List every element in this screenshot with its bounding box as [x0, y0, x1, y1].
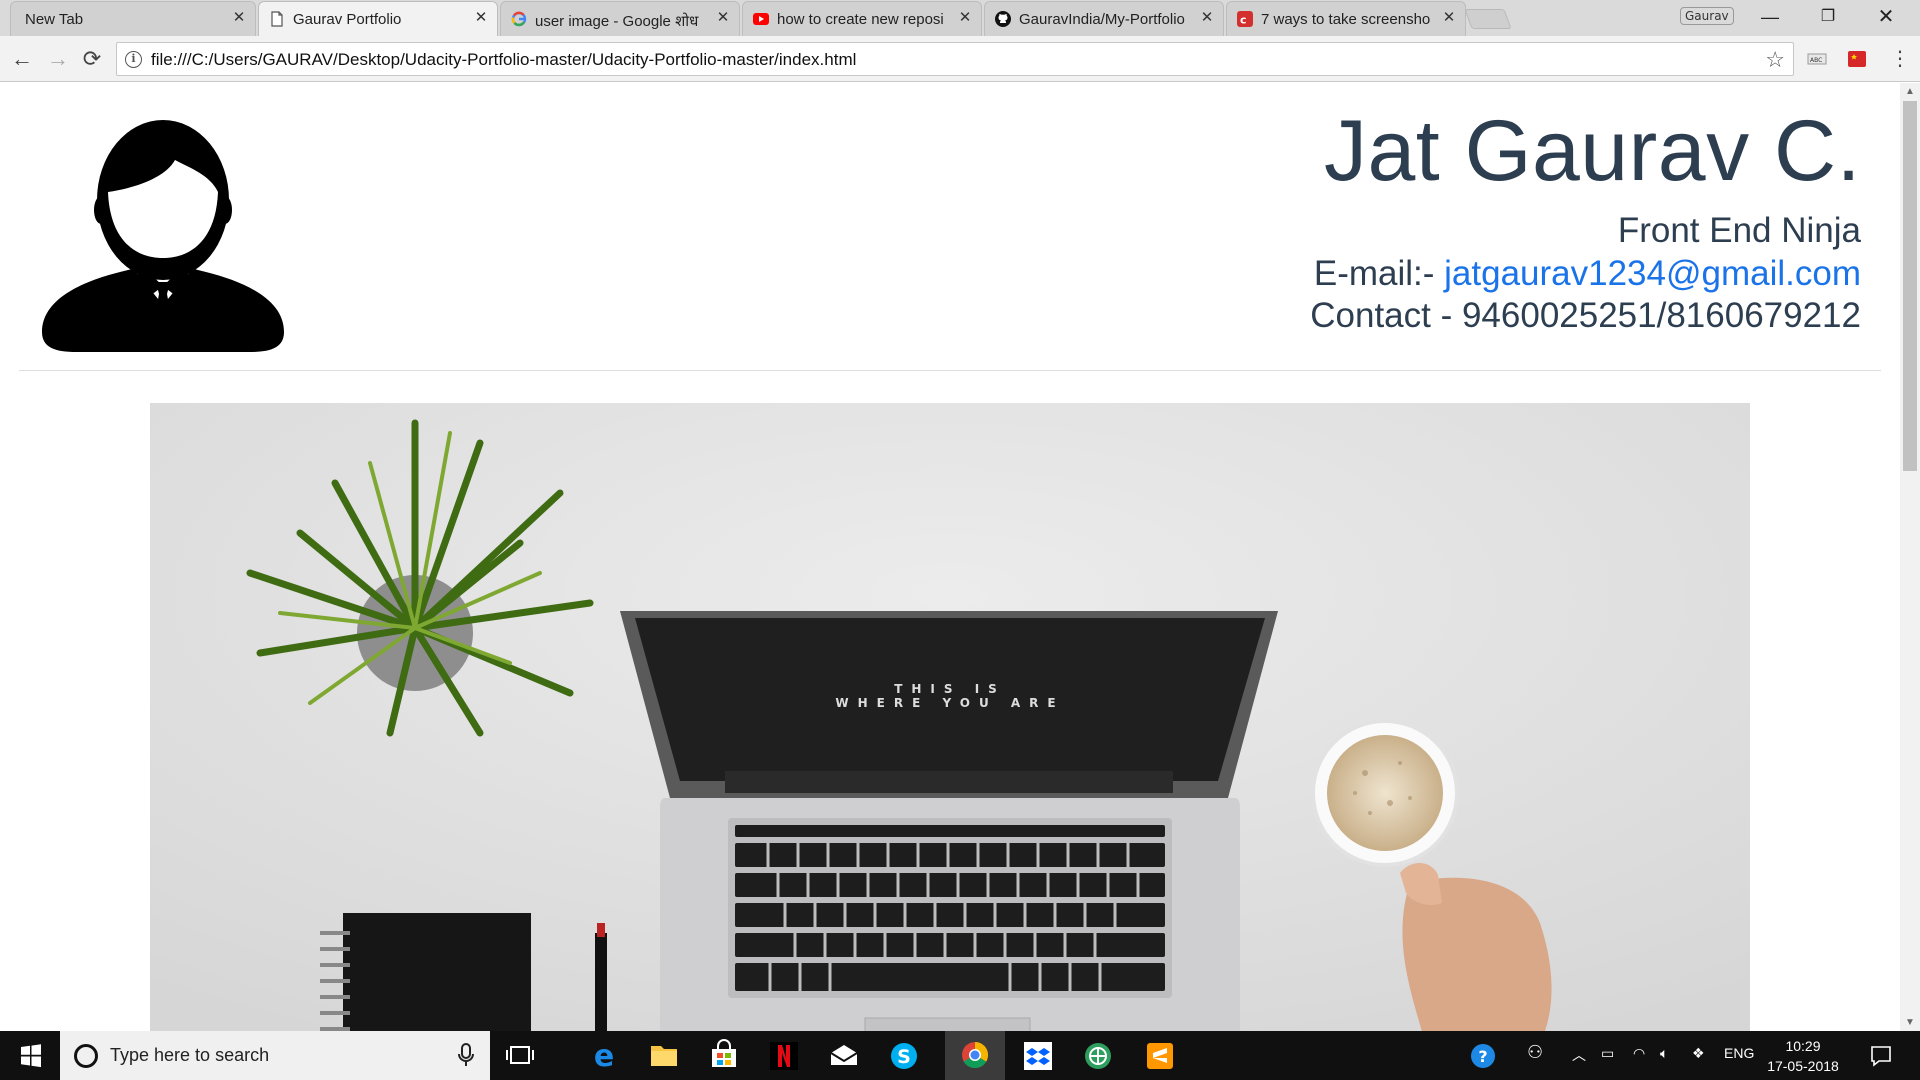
- dropbox-tray-icon[interactable]: ❖: [1692, 1045, 1705, 1062]
- tab-youtube[interactable]: how to create new reposi ✕: [742, 1, 982, 36]
- extension-icon[interactable]: ABC: [1806, 48, 1828, 70]
- hero-image: THIS IS WHERE YOU ARE: [150, 403, 1750, 1031]
- page-title: Jat Gaurav C.: [1323, 103, 1861, 199]
- profile-header: Jat Gaurav C. Front End Ninja E-mail:- j…: [1310, 103, 1861, 337]
- scrollbar-thumb[interactable]: [1903, 101, 1917, 471]
- tab-title: user image - Google शोध: [535, 13, 699, 30]
- close-icon[interactable]: ✕: [1441, 10, 1457, 26]
- tab-title: Gaurav Portfolio: [293, 11, 402, 28]
- svg-text:?: ?: [1478, 1047, 1487, 1066]
- google-icon: [511, 11, 527, 27]
- task-view-icon[interactable]: [490, 1031, 550, 1080]
- tab-google-search[interactable]: user image - Google शोध ✕: [500, 1, 740, 36]
- close-icon[interactable]: ✕: [1199, 10, 1215, 26]
- svg-text:c: c: [1240, 14, 1247, 27]
- windows-start-icon[interactable]: [0, 1031, 60, 1080]
- restore-icon[interactable]: ❐: [1800, 0, 1856, 34]
- youtube-icon: [753, 13, 769, 25]
- svg-text:e: e: [594, 1039, 614, 1074]
- file-explorer-icon[interactable]: [634, 1031, 694, 1080]
- tab-title: how to create new reposi: [777, 11, 944, 28]
- wifi-icon[interactable]: ◠: [1633, 1045, 1645, 1062]
- laptop-screen-text-2: WHERE YOU ARE: [835, 696, 1064, 710]
- search-placeholder: Type here to search: [110, 1045, 270, 1065]
- clock-date: 17-05-2018: [1767, 1058, 1839, 1074]
- red-c-icon: c: [1237, 11, 1253, 27]
- people-icon[interactable]: ⚇: [1527, 1042, 1543, 1063]
- edge-icon[interactable]: e: [574, 1031, 634, 1080]
- close-icon[interactable]: ✕: [957, 10, 973, 26]
- close-icon[interactable]: ✕: [715, 10, 731, 26]
- user-avatar-icon: [42, 120, 284, 352]
- email-link[interactable]: jatgaurav1234@gmail.com: [1444, 254, 1861, 293]
- github-icon: [995, 11, 1011, 27]
- tab-github[interactable]: GauravIndia/My-Portfolio ✕: [984, 1, 1224, 36]
- close-icon[interactable]: ✕: [231, 10, 247, 26]
- profile-button[interactable]: Gaurav: [1680, 7, 1734, 25]
- sublime-text-icon[interactable]: [1130, 1031, 1190, 1080]
- tab-gaurav-portfolio[interactable]: Gaurav Portfolio ✕: [258, 1, 498, 36]
- new-tab-button[interactable]: [1464, 9, 1512, 29]
- skype-icon[interactable]: S: [874, 1031, 934, 1080]
- mail-icon[interactable]: [814, 1031, 874, 1080]
- url-text[interactable]: file:///C:/Users/GAURAV/Desktop/Udacity-…: [151, 50, 856, 70]
- vertical-scrollbar[interactable]: ▲ ▼: [1900, 83, 1920, 1031]
- tab-new-tab[interactable]: New Tab ✕: [10, 1, 256, 36]
- tab-title: 7 ways to take screensho: [1261, 11, 1431, 28]
- help-icon[interactable]: ?: [1470, 1043, 1496, 1069]
- back-arrow-icon[interactable]: ←: [8, 45, 36, 73]
- address-bar[interactable]: i file:///C:/Users/GAURAV/Desktop/Udacit…: [116, 42, 1794, 76]
- contact-line: Contact - 9460025251/8160679212: [1310, 296, 1861, 335]
- cortana-icon: [74, 1044, 98, 1068]
- tab-title: GauravIndia/My-Portfolio: [1019, 11, 1185, 28]
- flag-extension-icon[interactable]: [1846, 48, 1868, 70]
- minimize-icon[interactable]: —: [1742, 0, 1798, 34]
- tab-strip: New Tab ✕ Gaurav Portfolio ✕ user image …: [0, 0, 1920, 36]
- taskbar-search-box[interactable]: Type here to search: [60, 1031, 490, 1080]
- clock-time: 10:29: [1785, 1038, 1821, 1054]
- chrome-icon[interactable]: [945, 1031, 1005, 1080]
- menu-dots-icon[interactable]: ⋮: [1886, 45, 1914, 73]
- store-icon[interactable]: [694, 1031, 754, 1080]
- page-viewport: Jat Gaurav C. Front End Ninja E-mail:- j…: [0, 83, 1900, 1031]
- close-window-icon[interactable]: ✕: [1858, 0, 1914, 34]
- windows-taskbar: Type here to search e S ? ⚇ ︿ ▭ ◠ 🔈︎ ❖ E…: [0, 1031, 1920, 1080]
- scroll-down-icon[interactable]: ▼: [1900, 1014, 1920, 1031]
- laptop-screen-text-1: THIS IS: [894, 682, 1006, 696]
- email-label: E-mail:-: [1313, 254, 1445, 293]
- dropbox-icon[interactable]: [1008, 1031, 1068, 1080]
- tab-title: New Tab: [25, 11, 84, 28]
- close-icon[interactable]: ✕: [473, 10, 489, 26]
- forward-arrow-icon[interactable]: →: [44, 45, 72, 73]
- app-icon[interactable]: [1068, 1031, 1128, 1080]
- browser-toolbar: ← → ⟳ i file:///C:/Users/GAURAV/Desktop/…: [0, 36, 1920, 82]
- volume-icon[interactable]: 🔈︎: [1660, 1045, 1668, 1062]
- svg-text:S: S: [897, 1046, 911, 1068]
- netflix-icon[interactable]: [754, 1031, 814, 1080]
- bookmark-star-icon[interactable]: ☆: [1765, 47, 1785, 73]
- tab-screenshot-article[interactable]: c 7 ways to take screensho ✕: [1226, 1, 1466, 36]
- notifications-icon[interactable]: [1870, 1045, 1892, 1067]
- job-title: Front End Ninja: [1617, 211, 1861, 250]
- svg-text:ABC: ABC: [1810, 57, 1822, 64]
- info-icon[interactable]: i: [125, 51, 142, 68]
- divider: [19, 370, 1881, 371]
- battery-icon[interactable]: ▭: [1601, 1045, 1614, 1062]
- email-line: E-mail:- jatgaurav1234@gmail.com: [1310, 253, 1861, 295]
- page-icon: [271, 11, 283, 27]
- clock[interactable]: 10:29 17-05-2018: [1755, 1036, 1851, 1076]
- chevron-up-icon[interactable]: ︿: [1572, 1045, 1586, 1065]
- scroll-up-icon[interactable]: ▲: [1900, 83, 1920, 100]
- microphone-icon[interactable]: [458, 1043, 474, 1067]
- laptop-icon: THIS IS WHERE YOU ARE: [620, 611, 1278, 1031]
- reload-icon[interactable]: ⟳: [78, 45, 106, 73]
- language-indicator[interactable]: ENG: [1724, 1045, 1754, 1061]
